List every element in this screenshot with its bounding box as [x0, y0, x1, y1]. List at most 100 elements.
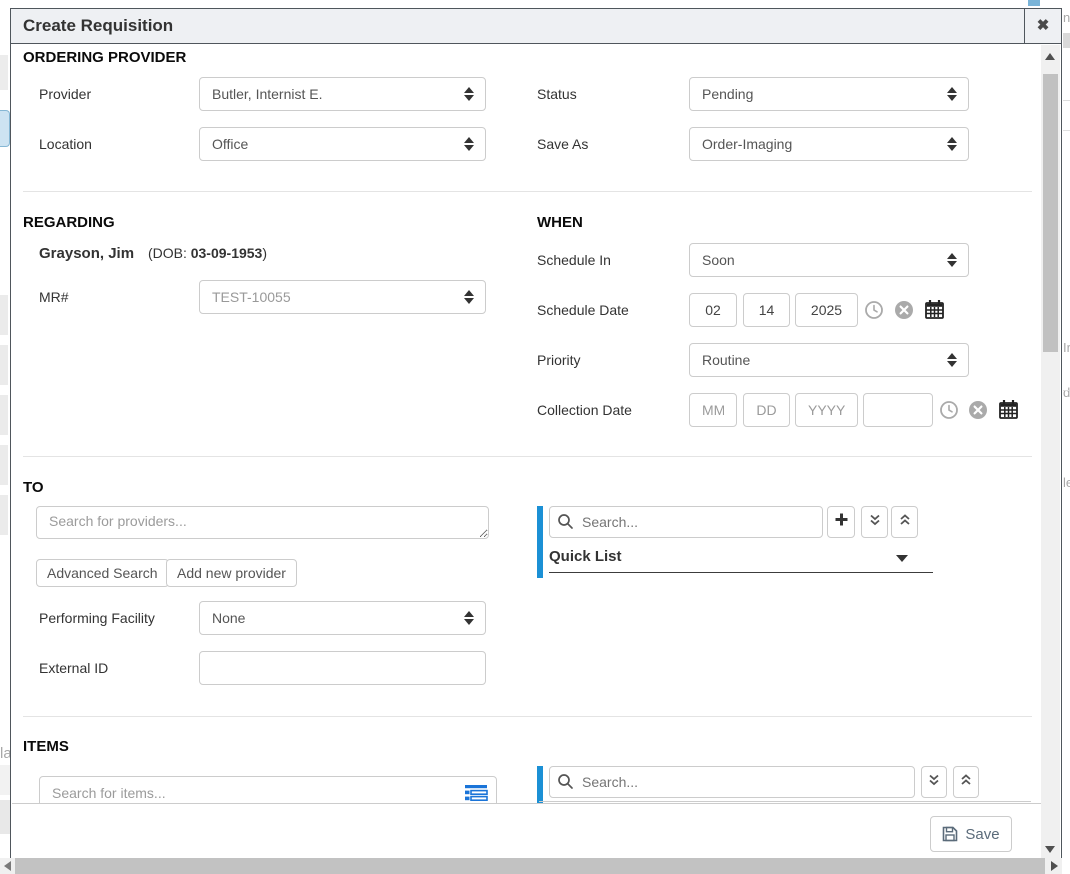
search-icon [557, 513, 574, 535]
quick-list-header[interactable]: Quick List [549, 548, 622, 565]
select-arrows-icon [464, 611, 474, 625]
select-arrows-icon [947, 137, 957, 151]
scrollbar-right-arrow[interactable] [1051, 861, 1058, 871]
patient-dob-prefix: (DOB: [148, 245, 191, 261]
dialog-titlebar: Create Requisition ✖ [11, 9, 1061, 44]
save-as-select[interactable]: Order-Imaging [689, 127, 969, 161]
patient-dob: 03-09-1953 [191, 245, 263, 261]
save-button[interactable]: Save [930, 816, 1012, 852]
mr-select[interactable]: TEST-10055 [199, 280, 486, 314]
calendar-icon[interactable] [998, 399, 1018, 419]
dialog-footer: Save [12, 804, 1043, 859]
close-button[interactable]: ✖ [1024, 9, 1061, 43]
create-requisition-dialog: Create Requisition ✖ ORDERING PROVIDER P… [10, 8, 1062, 858]
patient-name: Grayson, Jim [39, 245, 134, 262]
add-to-quick-list-button[interactable] [827, 506, 855, 538]
clear-date-icon[interactable] [968, 400, 988, 420]
page-fragment [0, 800, 10, 834]
patient-line: Grayson, Jim (DOB: 03-09-1953) [39, 245, 267, 262]
provider-select[interactable]: Butler, Internist E. [199, 77, 486, 111]
expand-all-button[interactable] [921, 766, 947, 798]
vertical-scrollbar[interactable] [1041, 45, 1060, 859]
panel-accent-bar [537, 766, 543, 804]
schedule-in-select[interactable]: Soon [689, 243, 969, 277]
collapse-all-button[interactable] [953, 766, 979, 798]
save-as-select-value: Order-Imaging [702, 136, 792, 152]
provider-label: Provider [39, 77, 91, 111]
page-fragment-text: d [1063, 385, 1070, 400]
clock-icon[interactable] [864, 300, 884, 320]
page-fragment [0, 295, 8, 335]
select-arrows-icon [464, 137, 474, 151]
collection-day-input[interactable] [743, 393, 790, 427]
external-id-input[interactable] [199, 651, 486, 685]
calendar-icon[interactable] [924, 299, 944, 319]
section-divider [23, 191, 1032, 192]
select-arrows-icon [464, 87, 474, 101]
schedule-in-label: Schedule In [537, 243, 611, 277]
collection-month-input[interactable] [689, 393, 737, 427]
ordering-provider-heading: ORDERING PROVIDER [23, 49, 186, 66]
to-heading: TO [23, 479, 44, 496]
scrollbar-up-arrow[interactable] [1045, 53, 1055, 60]
provider-search-textarea[interactable] [36, 506, 489, 539]
performing-facility-select[interactable]: None [199, 601, 486, 635]
collection-time-input[interactable] [863, 393, 933, 427]
priority-select-value: Routine [702, 352, 750, 368]
scrollbar-down-arrow[interactable] [1045, 846, 1055, 853]
select-arrows-icon [947, 353, 957, 367]
item-search-wrap [39, 776, 497, 804]
status-select-value: Pending [702, 86, 753, 102]
collection-year-input[interactable] [795, 393, 858, 427]
expand-all-button[interactable] [861, 506, 888, 538]
page-fragment [0, 765, 10, 795]
page-fragment-text: la [0, 745, 10, 762]
patient-dob-suffix: ) [262, 245, 267, 261]
page-fragment [0, 55, 8, 90]
scrollbar-left-arrow[interactable] [4, 861, 11, 871]
panel-search-input[interactable] [549, 506, 823, 538]
select-arrows-icon [947, 253, 957, 267]
clear-date-icon[interactable] [894, 300, 914, 320]
save-as-label: Save As [537, 127, 588, 161]
location-label: Location [39, 127, 92, 161]
section-divider [23, 716, 1032, 717]
caret-down-icon[interactable] [896, 555, 908, 562]
page-fragment-text: Ir [1063, 340, 1070, 355]
page-fragment [1063, 390, 1070, 391]
dialog-scroll-area[interactable]: ORDERING PROVIDER Provider Butler, Inter… [12, 44, 1043, 804]
item-list-icon[interactable] [465, 785, 488, 804]
page-fragment [0, 110, 10, 147]
status-label: Status [537, 77, 577, 111]
panel-accent-bar [537, 506, 543, 578]
mr-label: MR# [39, 280, 69, 314]
horizontal-scrollbar[interactable] [0, 858, 1062, 874]
items-panel-search [549, 766, 915, 798]
collapse-all-button[interactable] [891, 506, 918, 538]
clock-icon[interactable] [939, 400, 959, 420]
item-search-input[interactable] [39, 776, 497, 804]
add-new-provider-button[interactable]: Add new provider [166, 559, 297, 587]
items-heading: ITEMS [23, 738, 69, 755]
regarding-heading: REGARDING [23, 214, 115, 231]
priority-select[interactable]: Routine [689, 343, 969, 377]
panel-search-input[interactable] [549, 766, 915, 798]
scrollbar-thumb[interactable] [1043, 74, 1058, 352]
collection-date-label: Collection Date [537, 393, 632, 427]
location-select[interactable]: Office [199, 127, 486, 161]
mr-select-value: TEST-10055 [212, 289, 291, 305]
provider-panel-search [549, 506, 823, 538]
chevron-double-up-icon [959, 773, 973, 792]
section-divider [23, 456, 1032, 457]
items-panel-underline [539, 801, 1031, 802]
schedule-day-input[interactable] [743, 293, 790, 327]
external-id-label: External ID [39, 651, 108, 685]
status-select[interactable]: Pending [689, 77, 969, 111]
advanced-search-button[interactable]: Advanced Search [36, 559, 169, 587]
schedule-year-input[interactable] [795, 293, 858, 327]
page-fragment [0, 395, 8, 435]
quick-list-underline [549, 572, 933, 573]
schedule-month-input[interactable] [689, 293, 737, 327]
provider-select-value: Butler, Internist E. [212, 86, 323, 102]
scrollbar-thumb[interactable] [15, 858, 1045, 874]
